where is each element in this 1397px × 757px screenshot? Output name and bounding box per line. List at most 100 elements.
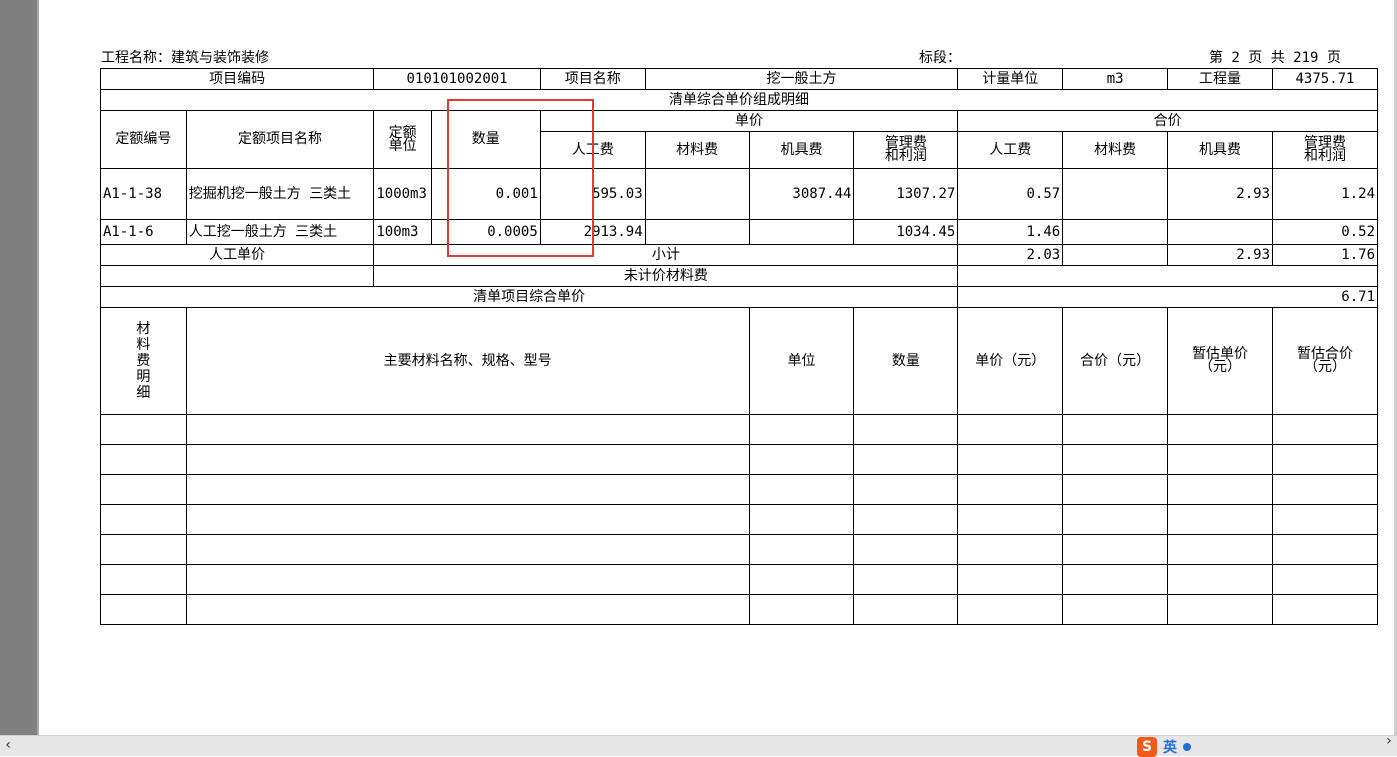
composite-price-value: 6.71 <box>957 286 1378 308</box>
blank-cell <box>748 504 855 535</box>
item-name-label: 项目名称 <box>539 68 646 90</box>
row-unit-machine <box>748 219 855 245</box>
col-total-machine: 机具费 <box>1167 131 1273 169</box>
col-quota-name: 定额项目名称 <box>185 110 375 169</box>
blank-cell <box>185 474 750 505</box>
blank-cell <box>1062 474 1169 505</box>
col-total-price-group: 合价 <box>957 110 1378 132</box>
blank-cell <box>1272 414 1378 445</box>
blank-cell <box>1062 414 1169 445</box>
blank-cell <box>957 594 1064 625</box>
subtotal-machine: 2.93 <box>1167 244 1273 266</box>
blank-cell <box>1167 504 1273 535</box>
blank-cell <box>853 474 959 505</box>
col-total-mgmt-line2: 和利润 <box>1304 148 1346 164</box>
page-indicator: 第 2 页 共 219 页 <box>1209 50 1341 66</box>
blank-cell <box>748 414 855 445</box>
row-unit-machine: 3087.44 <box>748 168 855 220</box>
blank-cell <box>1167 564 1273 595</box>
blank-cell <box>1167 414 1273 445</box>
material-side-label: 材料费明细 <box>100 307 187 415</box>
quantity-label: 工程量 <box>1167 68 1273 90</box>
composite-price-label: 清单项目综合单价 <box>99 286 959 308</box>
material-unit-price-label: 单价（元） <box>957 307 1064 415</box>
blank-cell <box>100 414 187 445</box>
blank-cell <box>1062 564 1169 595</box>
row-quota-code: A1-1-6 <box>100 219 187 245</box>
unpriced-material-row: 未计价材料费 <box>99 265 1378 287</box>
subtotal-material <box>1062 244 1169 266</box>
col-total-material: 材料费 <box>1062 131 1169 169</box>
col-unit-machine: 机具费 <box>748 131 855 169</box>
material-side-text: 材料费明细 <box>136 321 151 401</box>
scroll-left-arrow-icon[interactable]: ‹ <box>4 737 12 753</box>
blank-cell <box>957 564 1064 595</box>
row-total-labor: 1.46 <box>957 219 1064 245</box>
row-total-labor: 0.57 <box>957 168 1064 220</box>
blank-cell <box>853 534 959 565</box>
subtotal-label: 小计 <box>373 244 959 266</box>
labor-unit-price-label: 人工单价 <box>99 244 375 266</box>
material-blank-rows <box>100 414 1378 625</box>
subtotal-row: 人工单价 小计 2.03 2.93 1.76 <box>99 244 1378 266</box>
unpriced-blank <box>99 265 375 287</box>
item-info-row: 项目编码 010101002001 项目名称 挖一般土方 计量单位 m3 工程量… <box>99 68 1378 90</box>
blank-cell <box>185 564 750 595</box>
blank-cell <box>100 564 187 595</box>
ime-mode-label[interactable]: 英 <box>1163 737 1177 757</box>
blank-cell <box>185 534 750 565</box>
row-quantity: 0.001 <box>430 168 541 220</box>
blank-cell <box>748 474 855 505</box>
item-name-value: 挖一般土方 <box>644 68 959 90</box>
blank-cell <box>853 594 959 625</box>
blank-cell <box>100 444 187 475</box>
section-title: 清单综合单价组成明细 <box>100 89 1378 111</box>
item-code-value: 010101002001 <box>373 68 541 90</box>
col-quota-code: 定额编号 <box>100 110 187 169</box>
row-total-mgmt: 0.52 <box>1272 219 1378 245</box>
segment-label: 标段： <box>919 50 961 66</box>
blank-cell <box>1272 504 1378 535</box>
material-est-unit-label: 暂估单价 （元） <box>1167 307 1273 415</box>
subtotal-labor: 2.03 <box>957 244 1064 266</box>
blank-cell <box>853 564 959 595</box>
report-page: 工程名称：建筑与装饰装修 标段： 第 2 页 共 219 页 项目编码 0101… <box>39 0 1394 735</box>
row-unit-mgmt: 1034.45 <box>853 219 959 245</box>
material-est-total-line2: （元） <box>1304 359 1346 375</box>
section-title-row: 清单综合单价组成明细 <box>100 89 1378 111</box>
material-blank-row <box>100 534 1378 565</box>
col-total-labor: 人工费 <box>957 131 1064 169</box>
row-total-material <box>1062 219 1169 245</box>
viewer-left-gutter <box>0 0 37 735</box>
blank-cell <box>1272 564 1378 595</box>
col-unit-mgmt-line2: 和利润 <box>884 148 927 164</box>
blank-cell <box>1272 474 1378 505</box>
ime-toolbar[interactable]: S 英 <box>1137 736 1191 757</box>
blank-cell <box>100 594 187 625</box>
blank-cell <box>853 444 959 475</box>
row-unit-labor: 2913.94 <box>539 219 646 245</box>
blank-cell <box>853 504 959 535</box>
row-unit-labor: 595.03 <box>539 168 646 220</box>
blank-cell <box>853 414 959 445</box>
col-unit-labor: 人工费 <box>539 131 646 169</box>
row-total-machine <box>1167 219 1273 245</box>
blank-cell <box>748 564 855 595</box>
row-unit-material <box>644 168 750 220</box>
col-total-mgmt: 管理费 和利润 <box>1272 131 1378 169</box>
col-quota-unit: 定额 单位 <box>373 110 432 169</box>
material-blank-row <box>100 504 1378 535</box>
table-row: A1-1-38 挖掘机挖一般土方 三类土 1000m3 0.001 595.03… <box>100 168 1378 220</box>
material-est-unit-line2: （元） <box>1199 359 1242 375</box>
scroll-right-arrow-icon[interactable]: › <box>1385 733 1393 749</box>
blank-cell <box>185 594 750 625</box>
sogou-logo-icon[interactable]: S <box>1137 736 1157 757</box>
row-quota-unit: 1000m3 <box>373 168 432 220</box>
table-row: A1-1-6 人工挖一般土方 三类土 100m3 0.0005 2913.94 … <box>100 219 1378 245</box>
material-unit-label: 单位 <box>748 307 855 415</box>
ime-punct-icon[interactable] <box>1183 742 1191 751</box>
material-blank-row <box>100 474 1378 505</box>
blank-cell <box>957 414 1064 445</box>
row-total-machine: 2.93 <box>1167 168 1273 220</box>
material-qty-label: 数量 <box>853 307 959 415</box>
